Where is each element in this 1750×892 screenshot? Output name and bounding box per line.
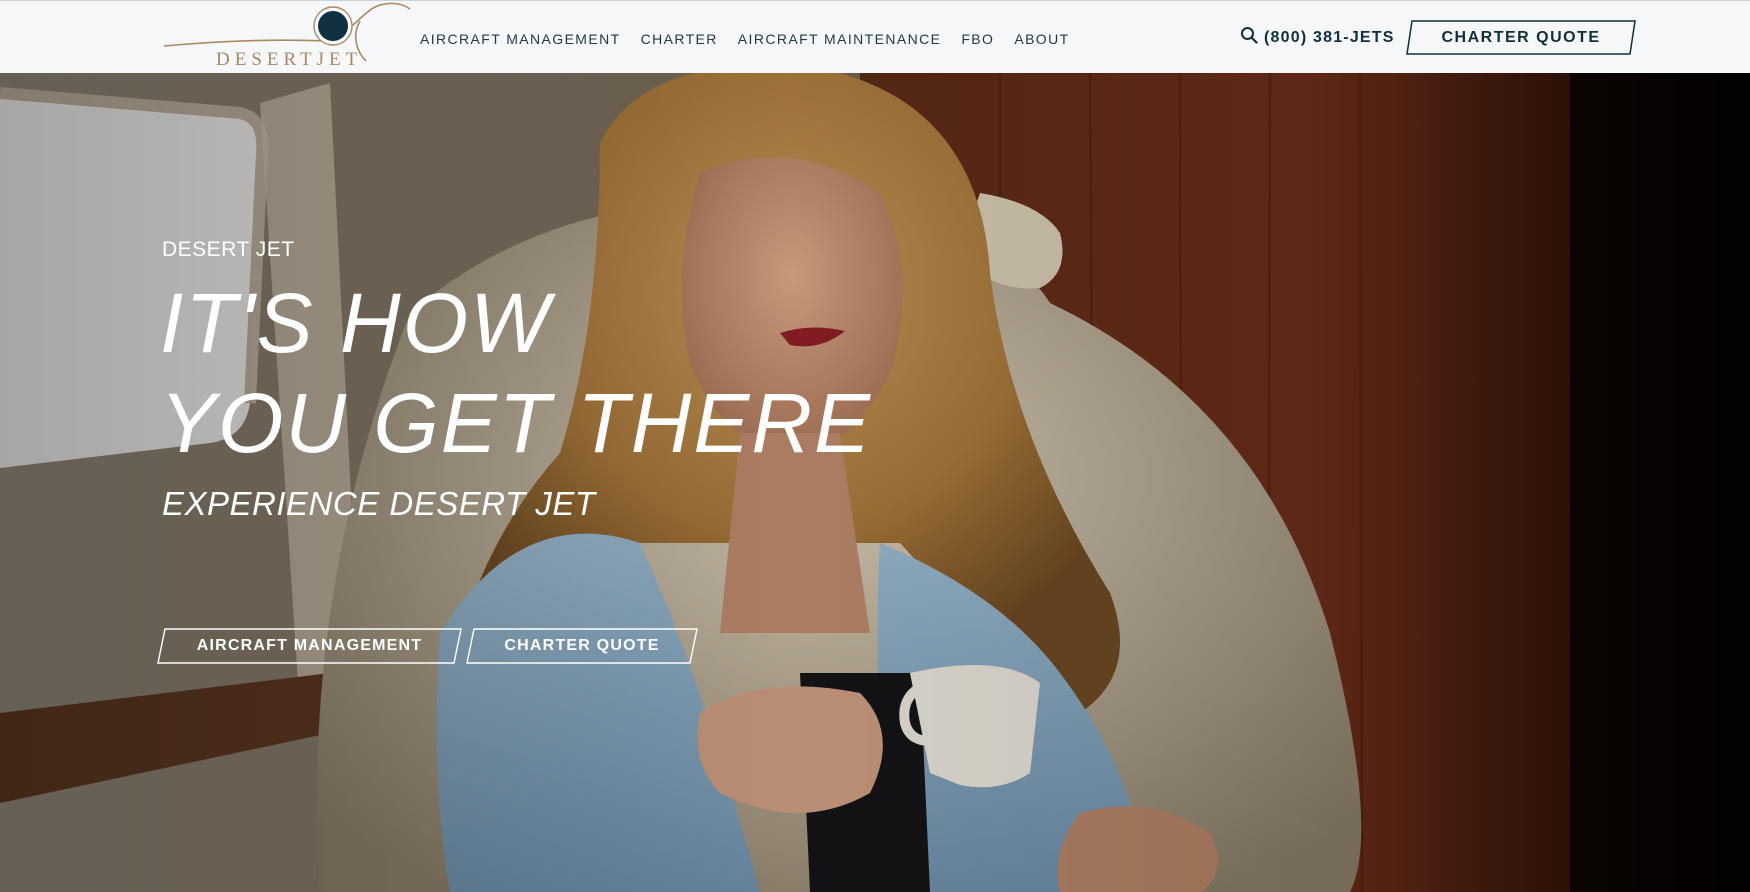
desert-jet-logo[interactable]: DESERTJET (160, 1, 412, 74)
main-nav: AIRCRAFT MANAGEMENT CHARTER AIRCRAFT MAI… (420, 31, 1090, 47)
hero-headline-line-2: YOU GET THERE (160, 376, 873, 470)
charter-quote-button[interactable]: CHARTER QUOTE (466, 628, 698, 664)
nav-about[interactable]: ABOUT (1014, 31, 1069, 47)
site-header: DESERTJET AIRCRAFT MANAGEMENT CHARTER AI… (0, 0, 1750, 73)
hero-headline-line-1: IT'S HOW (160, 276, 552, 370)
charter-quote-button-header[interactable]: CHARTER QUOTE (1406, 20, 1636, 55)
nav-charter[interactable]: CHARTER (641, 31, 718, 47)
nav-aircraft-management[interactable]: AIRCRAFT MANAGEMENT (420, 31, 621, 47)
hero-subheading: EXPERIENCE DESERT JET (162, 485, 596, 522)
charter-quote-button-hero-label: CHARTER QUOTE (504, 637, 660, 654)
charter-quote-button-label: CHARTER QUOTE (1441, 29, 1601, 46)
nav-fbo[interactable]: FBO (961, 31, 994, 47)
logo-wordmark: DESERTJET (216, 49, 363, 70)
aircraft-management-button[interactable]: AIRCRAFT MANAGEMENT (157, 628, 462, 664)
phone-number[interactable]: (800) 381-JETS (1264, 29, 1395, 47)
hero-overlay (0, 73, 1750, 892)
hero-headline: IT'S HOW YOU GET THERE (160, 273, 872, 473)
hero-eyebrow: DESERT JET (162, 238, 295, 261)
hero-section: DESERT JET IT'S HOW YOU GET THERE EXPERI… (0, 73, 1750, 892)
phone-link[interactable]: (800) 381-JETS (1240, 26, 1395, 49)
search-icon[interactable] (1240, 26, 1258, 49)
nav-aircraft-maintenance[interactable]: AIRCRAFT MAINTENANCE (738, 31, 942, 47)
aircraft-management-button-label: AIRCRAFT MANAGEMENT (196, 637, 423, 654)
